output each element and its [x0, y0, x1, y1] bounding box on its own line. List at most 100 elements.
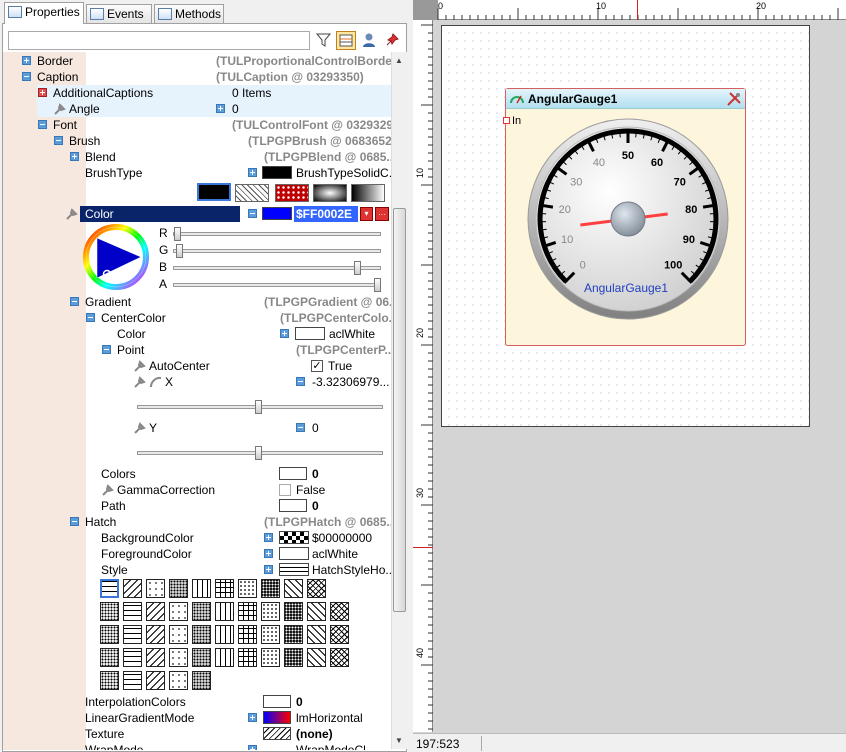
prop-row-angle[interactable]: Angle 0	[3, 101, 394, 117]
hatch-style-option[interactable]	[100, 602, 119, 621]
hatch-style-option[interactable]	[307, 602, 326, 621]
prop-row-additional-captions[interactable]: AdditionalCaptions 0 Items	[3, 85, 394, 101]
hatch-style-option[interactable]	[100, 671, 119, 690]
color-wheel[interactable]	[83, 224, 149, 290]
hatch-style-option[interactable]	[215, 602, 234, 621]
expand-icon[interactable]	[264, 565, 273, 574]
hatch-style-option[interactable]	[192, 579, 211, 598]
angular-gauge-component[interactable]: AngularGauge1 In 0 10 20 30 40 50 60 70 80 90 100 …	[503, 88, 746, 346]
hatch-style-option[interactable]	[123, 648, 142, 667]
component-titlebar[interactable]: AngularGauge1	[506, 89, 745, 109]
expand-icon[interactable]	[248, 745, 257, 750]
b-slider-thumb[interactable]	[354, 261, 361, 275]
expand-icon[interactable]	[248, 168, 257, 177]
prop-row-point[interactable]: Point (TLPGPCenterP...	[3, 342, 394, 358]
x-slider[interactable]	[137, 400, 383, 414]
hatch-style-option[interactable]	[123, 579, 142, 598]
collapse-icon[interactable]	[54, 136, 63, 145]
r-slider[interactable]	[173, 227, 381, 241]
prop-row-linear-gradient-mode[interactable]: LinearGradientMode lmHorizontal	[3, 710, 394, 726]
hatch-style-option[interactable]	[169, 579, 188, 598]
user-icon[interactable]	[360, 31, 380, 50]
scroll-up-icon[interactable]: ▲	[395, 56, 403, 65]
brush-linear-gradient-button[interactable]	[351, 184, 385, 202]
hatch-style-option[interactable]	[261, 579, 280, 598]
color-value-input[interactable]: $FF0002E	[294, 206, 358, 222]
hatch-style-option[interactable]	[261, 648, 280, 667]
prop-row-wrap-mode[interactable]: WrapMode WrapModeCl...	[3, 742, 394, 750]
property-scrollbar[interactable]: ▲ ▼	[391, 52, 407, 749]
expand-icon[interactable]	[264, 533, 273, 542]
brush-solid-button[interactable]	[197, 183, 231, 201]
prop-row-border[interactable]: Border (TULProportionalControlBorder...	[3, 53, 394, 69]
hatch-style-option[interactable]	[330, 602, 349, 621]
hatch-style-option[interactable]	[100, 625, 119, 644]
collapse-icon[interactable]	[38, 120, 47, 129]
hatch-style-option[interactable]	[123, 671, 142, 690]
prop-row-colors[interactable]: Colors 0	[3, 466, 394, 482]
expand-icon[interactable]	[216, 104, 225, 113]
hatch-style-option[interactable]	[192, 602, 211, 621]
hatch-style-option[interactable]	[330, 625, 349, 644]
prop-row-color[interactable]: Color $FF0002E ▾ …	[3, 206, 394, 222]
prop-row-center-color[interactable]: CenterColor (TLPGPCenterColo...	[3, 310, 394, 326]
y-slider[interactable]	[137, 446, 383, 460]
hatch-style-option[interactable]	[169, 625, 188, 644]
hatch-style-option[interactable]	[146, 671, 165, 690]
collapse-icon[interactable]	[86, 313, 95, 322]
collapse-icon[interactable]	[296, 377, 305, 386]
hatch-style-option[interactable]	[284, 579, 303, 598]
hatch-style-option[interactable]	[100, 648, 119, 667]
expand-icon[interactable]	[22, 56, 31, 65]
brush-texture-button[interactable]	[275, 184, 309, 202]
expand-icon[interactable]	[38, 88, 47, 97]
auto-center-checkbox[interactable]: ✓	[311, 360, 323, 372]
prop-row-hatch[interactable]: Hatch (TLPGPHatch @ 0685...	[3, 514, 394, 530]
hatch-style-option[interactable]	[238, 625, 257, 644]
hatch-style-option[interactable]	[169, 602, 188, 621]
expand-icon[interactable]	[280, 329, 289, 338]
hatch-style-option[interactable]	[215, 625, 234, 644]
input-pin[interactable]	[503, 117, 510, 124]
tab-methods[interactable]: Methods	[154, 4, 224, 23]
y-slider-thumb[interactable]	[254, 446, 262, 460]
tab-events[interactable]: Events	[86, 4, 152, 23]
hatch-style-option[interactable]	[261, 602, 280, 621]
expand-icon[interactable]	[248, 713, 257, 722]
g-slider-thumb[interactable]	[176, 244, 183, 258]
hatch-style-option[interactable]	[146, 648, 165, 667]
scrollbar-thumb[interactable]	[393, 208, 406, 612]
prop-row-brush[interactable]: Brush (TLPGPBrush @ 0683652...	[3, 133, 394, 149]
hatch-style-option[interactable]	[169, 648, 188, 667]
brush-hatch-button[interactable]	[235, 184, 269, 202]
a-slider[interactable]	[173, 278, 381, 292]
hatch-style-option[interactable]	[215, 648, 234, 667]
prop-row-interpolation-colors[interactable]: InterpolationColors 0	[3, 694, 394, 710]
hatch-style-option[interactable]	[215, 579, 234, 598]
prop-row-foreground-color[interactable]: ForegroundColor aclWhite	[3, 546, 394, 562]
ellipsis-button[interactable]: …	[375, 207, 389, 221]
filter-icon[interactable]	[314, 31, 334, 50]
prop-row-texture[interactable]: Texture (none)	[3, 726, 394, 742]
collapse-icon[interactable]	[296, 423, 305, 432]
hatch-style-option[interactable]	[307, 579, 326, 598]
collapse-icon[interactable]	[248, 209, 257, 218]
prop-row-auto-center[interactable]: AutoCenter ✓ True	[3, 358, 394, 374]
hatch-style-option[interactable]	[238, 648, 257, 667]
hatch-style-option[interactable]	[238, 579, 257, 598]
a-slider-thumb[interactable]	[374, 278, 381, 292]
prop-row-path[interactable]: Path 0	[3, 498, 394, 514]
b-slider[interactable]	[173, 261, 381, 275]
hatch-style-option[interactable]	[123, 602, 142, 621]
hatch-style-option[interactable]	[123, 625, 142, 644]
hatch-style-option[interactable]	[146, 602, 165, 621]
collapse-icon[interactable]	[70, 517, 79, 526]
hatch-style-option[interactable]	[238, 602, 257, 621]
hatch-style-option[interactable]	[100, 579, 119, 598]
expand-icon[interactable]	[70, 152, 79, 161]
prop-row-x[interactable]: X -3.32306979...	[3, 374, 394, 390]
prop-row-background-color[interactable]: BackgroundColor $00000000	[3, 530, 394, 546]
r-slider-thumb[interactable]	[174, 227, 181, 241]
hatch-style-option[interactable]	[146, 625, 165, 644]
hatch-style-option[interactable]	[192, 625, 211, 644]
